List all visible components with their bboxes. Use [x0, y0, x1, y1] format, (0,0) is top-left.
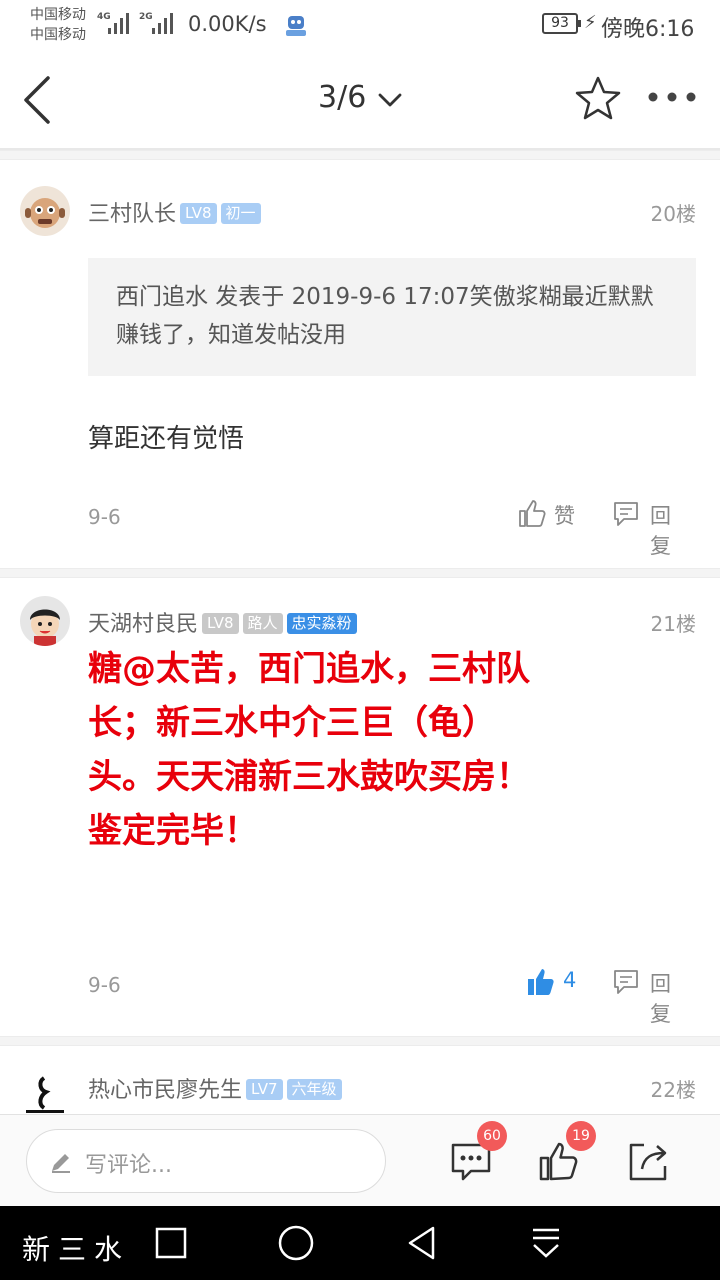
level-badge: LV7	[246, 1079, 283, 1100]
fan-badge: 忠实淼粉	[286, 613, 357, 634]
post-content: 算距还有觉悟	[88, 424, 245, 454]
recent-apps-icon[interactable]	[154, 1226, 188, 1260]
author-line: 三村队长 LV8 初一	[88, 196, 261, 228]
reply-label: 回复	[650, 972, 671, 1026]
post-floor-21: 天湖村良民 LV8 路人 忠实淼粉 21楼 糖@太苦，西门追水，三村队 长；新三水中介…	[0, 578, 720, 1036]
carrier-2: 中国移动	[30, 27, 86, 43]
user-avatar-icon	[25, 198, 65, 228]
status-time: 傍晚6:16	[601, 17, 695, 42]
more-options-icon[interactable]	[644, 84, 700, 110]
comment-input[interactable]: 写评论...	[26, 1129, 386, 1193]
author-line: 热心市民廖先生 LV7 六年级	[88, 1072, 342, 1104]
page-indicator[interactable]: 3/6	[318, 80, 366, 115]
floor-number: 21楼	[650, 612, 696, 636]
user-avatar-icon	[30, 609, 60, 646]
reply-label: 回复	[650, 504, 671, 558]
pencil-icon	[52, 1154, 70, 1173]
divider	[0, 150, 720, 160]
divider	[0, 1036, 720, 1046]
top-nav-bar: 3/6	[0, 50, 720, 150]
signal-icon-1	[108, 13, 129, 34]
home-icon[interactable]	[277, 1224, 315, 1262]
comment-count-badge: 60	[477, 1121, 507, 1151]
thumbs-up-filled-icon	[528, 969, 554, 995]
watermark: 新三水	[22, 1233, 131, 1266]
system-nav-bar: 新三水	[0, 1206, 720, 1280]
comment-placeholder: 写评论...	[85, 1153, 172, 1178]
avatar[interactable]	[20, 596, 70, 646]
like-count-badge: 19	[566, 1121, 596, 1151]
robot-icon	[286, 16, 306, 36]
thumbs-up-icon	[519, 500, 546, 527]
level-badge: LV8	[180, 203, 217, 224]
comment-bar: 写评论... 60 19	[0, 1114, 720, 1206]
content-line: 鉴定完毕！	[88, 811, 258, 851]
floor-number: 20楼	[650, 202, 696, 226]
floor-number: 22楼	[650, 1078, 696, 1102]
content-line: 头。天天浦新三水鼓吹买房！	[88, 757, 530, 797]
author-line: 天湖村良民 LV8 路人 忠实淼粉	[88, 606, 357, 638]
title-badge: 初一	[220, 203, 261, 224]
content-line: 长；新三水中介三巨（龟）	[88, 703, 496, 743]
back-arrow-icon[interactable]	[18, 72, 58, 128]
avatar[interactable]	[20, 186, 70, 236]
quoted-reply[interactable]: 西门追水 发表于 2019-9-6 17:07笑傲浆糊最近默默赚钱了，知道发帖没…	[88, 258, 696, 376]
divider	[0, 568, 720, 578]
share-icon[interactable]	[626, 1139, 670, 1183]
back-nav-icon[interactable]	[405, 1225, 439, 1261]
title-badge: 路人	[242, 613, 283, 634]
title-badge: 六年级	[286, 1079, 342, 1100]
post-date: 9-6	[88, 973, 121, 997]
like-label: 赞	[554, 504, 575, 528]
carrier-1: 中国移动	[30, 7, 86, 23]
reply-icon	[614, 970, 638, 994]
charging-icon: ⚡	[584, 12, 597, 33]
post-floor-20: 三村队长 LV8 初一 20楼 西门追水 发表于 2019-9-6 17:07笑傲浆…	[0, 160, 720, 568]
post-date: 9-6	[88, 505, 121, 529]
level-badge: LV8	[202, 613, 239, 634]
content-line: 糖@太苦，西门追水，三村队	[88, 649, 530, 689]
chevron-down-icon[interactable]	[376, 86, 404, 114]
author-name[interactable]: 热心市民廖先生	[88, 1078, 242, 1103]
user-avatar-icon	[26, 1076, 64, 1113]
notification-pulldown-icon[interactable]	[530, 1226, 562, 1260]
author-name[interactable]: 天湖村良民	[88, 612, 198, 637]
author-name[interactable]: 三村队长	[88, 202, 176, 227]
reply-icon	[614, 502, 638, 526]
like-count: 4	[563, 968, 577, 992]
post-floor-22: 热心市民廖先生 LV7 六年级 22楼	[0, 1046, 720, 1114]
post-content: 糖@太苦，西门追水，三村队 长；新三水中介三巨（龟） 头。天天浦新三水鼓吹买房！…	[88, 642, 698, 858]
favorite-star-icon[interactable]	[574, 74, 622, 122]
avatar[interactable]	[20, 1072, 70, 1114]
signal-icon-2	[152, 13, 173, 34]
battery-indicator: 93	[542, 13, 581, 34]
status-bar: 中国移动 中国移动 4G 2G 0.00K/s 93 ⚡ 傍晚6:16	[0, 0, 720, 50]
net-speed: 0.00K/s	[188, 12, 267, 36]
